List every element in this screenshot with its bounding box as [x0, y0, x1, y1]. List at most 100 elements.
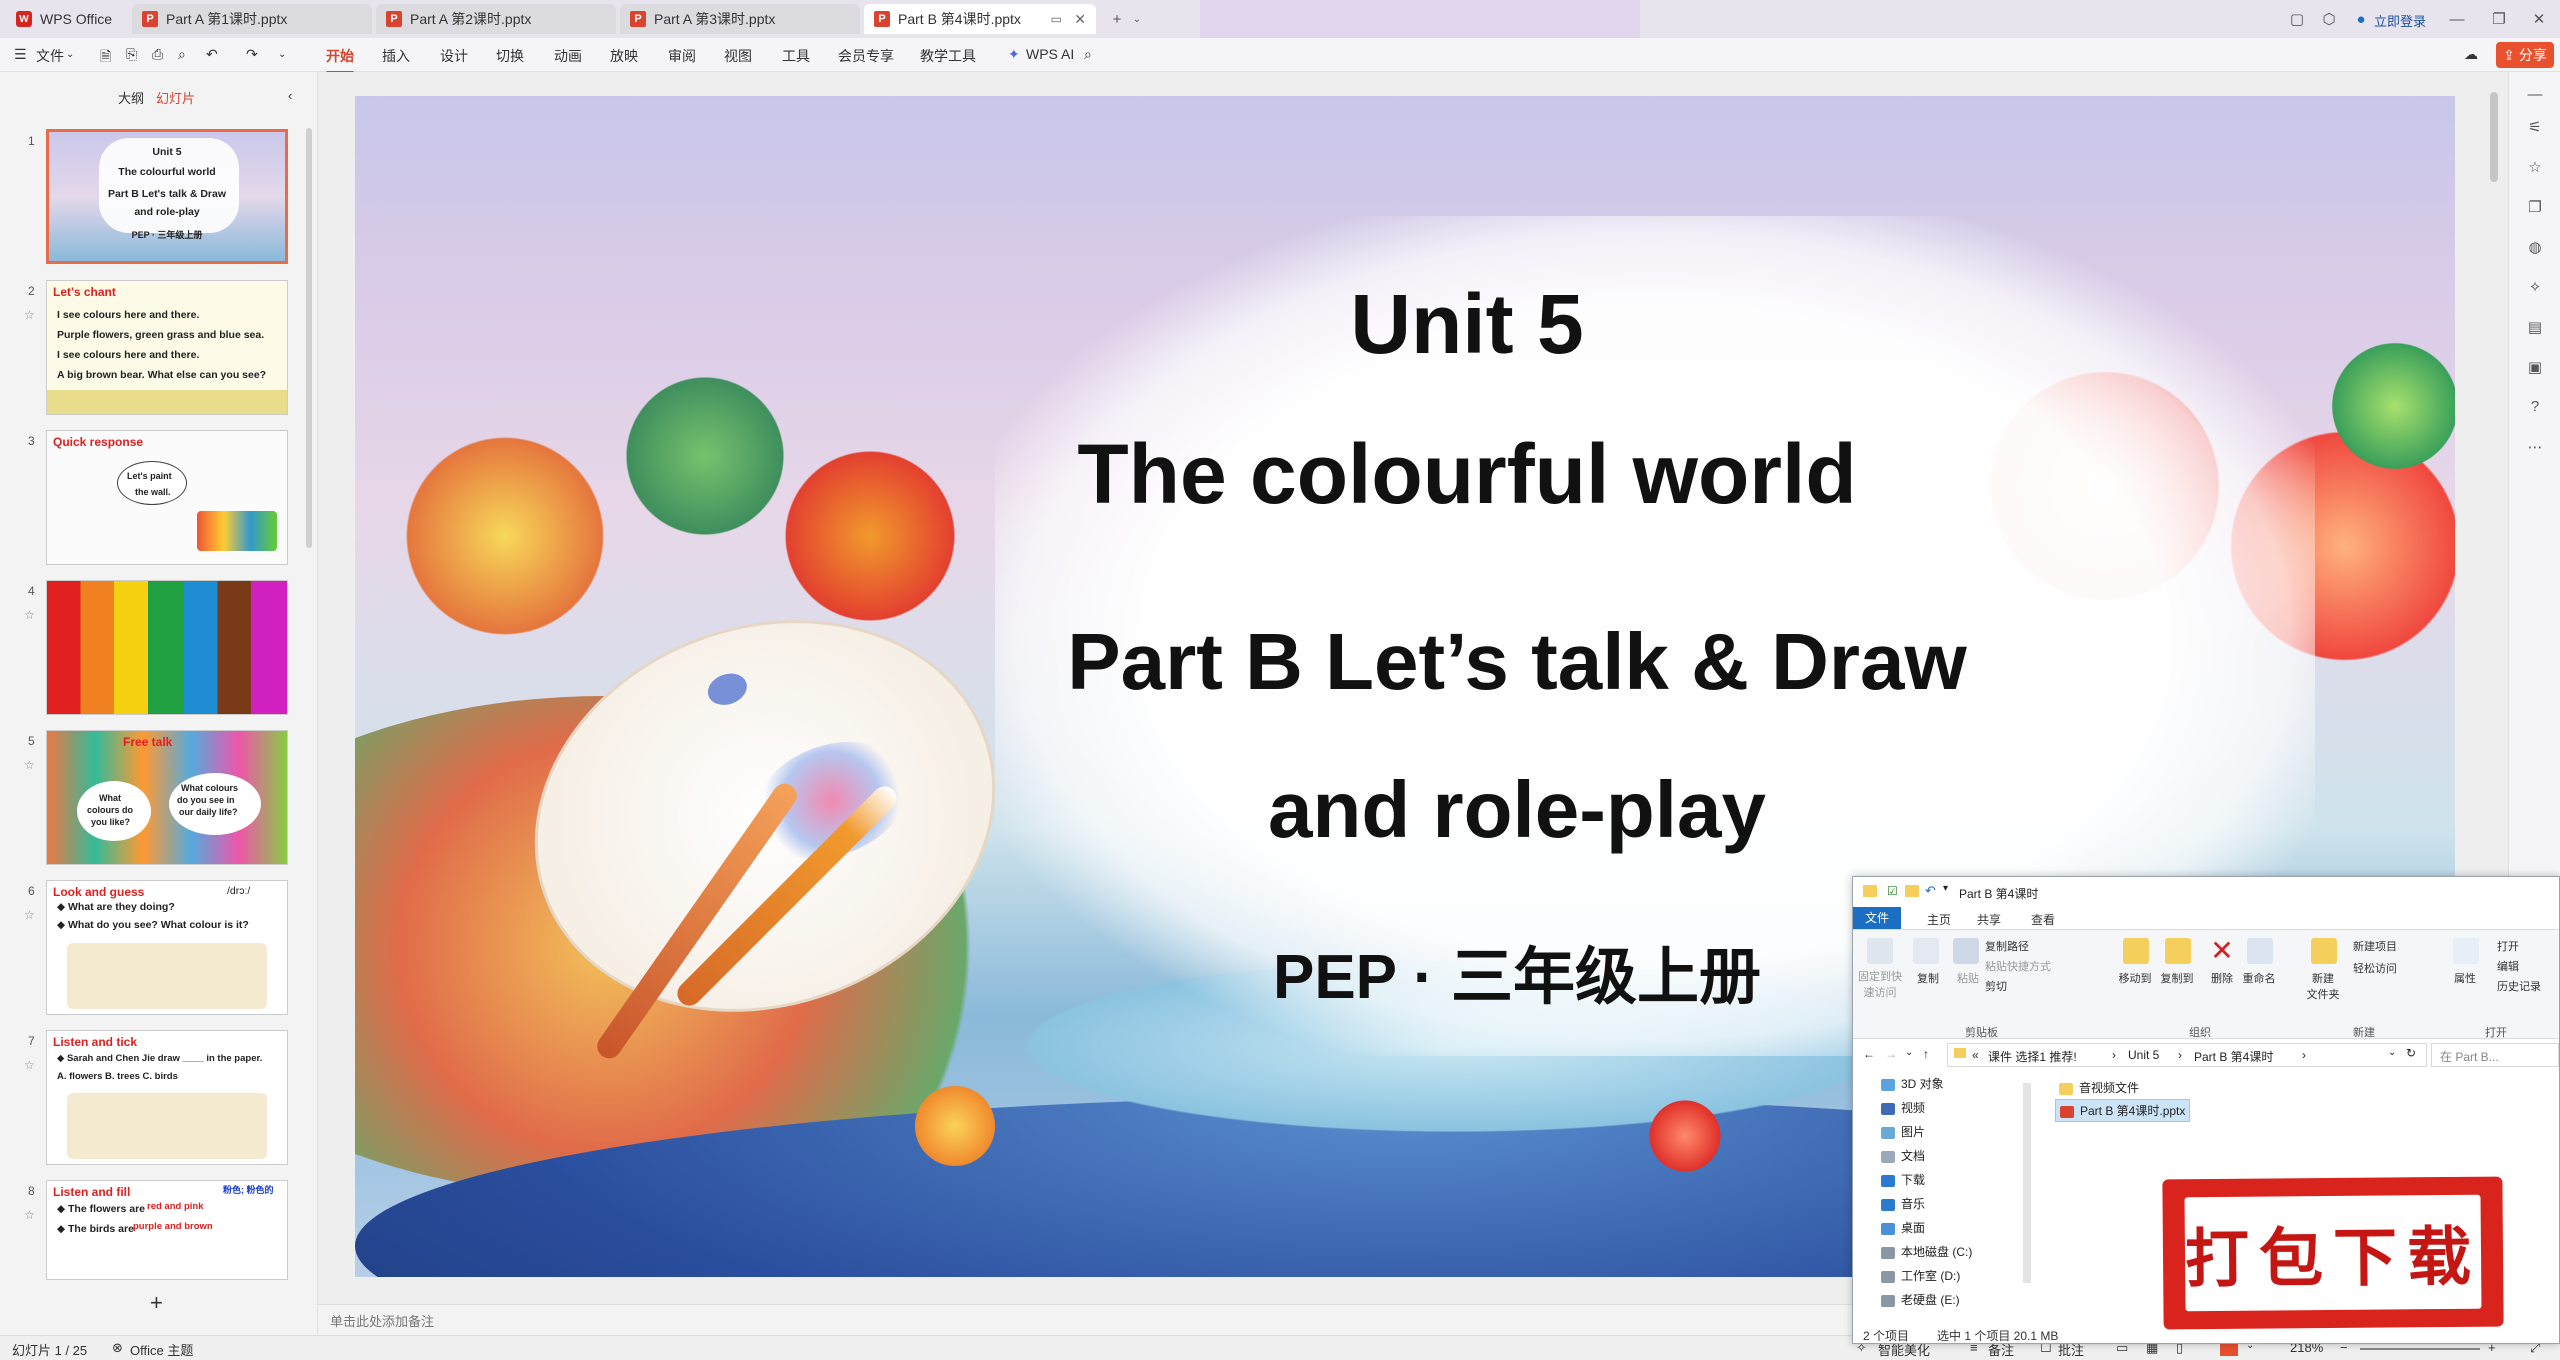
nav-item-videos[interactable]: 视频 [1881, 1099, 1925, 1116]
explorer-tab-file[interactable]: 文件 [1853, 907, 1902, 929]
properties-icon[interactable] [2453, 938, 2479, 964]
palette-icon[interactable]: ◍ [2525, 238, 2545, 258]
tab-slides[interactable]: 幻灯片 [156, 88, 195, 107]
breadcrumb-segment[interactable]: Part B 第4课时 [2194, 1048, 2273, 1065]
chevron-down-icon[interactable]: ⌄ [66, 49, 74, 60]
delete-icon[interactable]: ✕ [2207, 934, 2237, 967]
up-icon[interactable]: ↑ [1923, 1047, 1929, 1061]
copy-icon[interactable]: ❐ [2525, 198, 2545, 218]
explorer-tab-view[interactable]: 查看 [2031, 911, 2055, 928]
chevron-down-icon[interactable]: ⌄ [2388, 1047, 2396, 1058]
tab-outline[interactable]: 大纲 [118, 88, 144, 107]
menu-member[interactable]: 会员专享 [838, 46, 894, 66]
theme-label[interactable]: Office 主题 [130, 1340, 193, 1359]
tab-part-a-1[interactable]: P Part A 第1课时.pptx [132, 4, 372, 34]
slide-subtitle-roleplay[interactable]: and role-play [767, 764, 2267, 856]
move-to-icon[interactable] [2123, 938, 2149, 964]
nav-item-drive-c[interactable]: 本地磁盘 (C:) [1881, 1243, 1972, 1260]
checkbox-icon[interactable]: ☑ [1887, 884, 1898, 898]
refresh-icon[interactable]: ↻ [2406, 1046, 2416, 1060]
login-link[interactable]: 立即登录 [2374, 11, 2426, 30]
slide-thumb-5[interactable]: Free talk What colours do you like? What… [46, 730, 288, 865]
paste-button[interactable]: 粘贴 [1953, 970, 1983, 986]
explorer-tab-home[interactable]: 主页 [1927, 911, 1951, 928]
paste-icon[interactable] [1953, 938, 1979, 964]
paste-shortcut-button[interactable]: 粘贴快捷方式 [1985, 958, 2051, 974]
nav-scrollbar[interactable] [2023, 1083, 2031, 1283]
slide-thumb-4[interactable] [46, 580, 288, 715]
restore-icon[interactable]: ❐ [2488, 8, 2510, 30]
nav-item-drive-d[interactable]: 工作室 (D:) [1881, 1267, 1960, 1284]
slide-thumb-6[interactable]: Look and guess /drɔː/ ◆ What are they do… [46, 880, 288, 1015]
magic-icon[interactable]: ✧ [2525, 278, 2545, 298]
forward-icon[interactable]: → [1885, 1047, 1897, 1061]
rename-button[interactable]: 重命名 [2239, 970, 2279, 986]
more-icon[interactable]: ⋯ [2525, 438, 2545, 458]
new-item-button[interactable]: 新建项目 [2353, 938, 2397, 954]
zoom-slider[interactable] [2360, 1348, 2480, 1350]
print-icon[interactable]: ⎙ [152, 46, 163, 63]
menu-home[interactable]: 开始 [326, 46, 354, 74]
copy-icon[interactable] [1913, 938, 1939, 964]
slide-thumb-7[interactable]: Listen and tick ◆ Sarah and Chen Jie dra… [46, 1030, 288, 1165]
pin-quick-access-button[interactable]: 固定到快速访问 [1855, 968, 1905, 1000]
preview-icon[interactable]: ⌕ [178, 46, 186, 63]
copy-button[interactable]: 复制 [1913, 970, 1943, 986]
copy-to-button[interactable]: 复制到 [2157, 970, 2197, 986]
menu-view[interactable]: 视图 [724, 46, 752, 66]
address-bar[interactable]: « 课件 选择1 推荐! › Unit 5 › Part B 第4课时 › ⌄ … [1947, 1043, 2427, 1067]
redo-icon[interactable]: ↷ [246, 46, 258, 63]
tab-part-a-3[interactable]: P Part A 第3课时.pptx [620, 4, 860, 34]
file-menu[interactable]: 文件 [36, 46, 64, 66]
explorer-tab-share[interactable]: 共享 [1977, 911, 2001, 928]
panel-scrollbar[interactable] [306, 128, 312, 548]
breadcrumb-segment[interactable]: Unit 5 [2128, 1048, 2159, 1062]
file-item-pptx[interactable]: Part B 第4课时.pptx [2055, 1099, 2191, 1122]
export-icon[interactable]: ⎘ [126, 46, 137, 63]
pin-icon[interactable] [1867, 938, 1893, 964]
menu-design[interactable]: 设计 [440, 46, 468, 66]
delete-button[interactable]: 删除 [2207, 970, 2237, 986]
download-package-badge[interactable]: 打包下载 [2162, 1176, 2504, 1330]
image-icon[interactable]: ▣ [2525, 358, 2545, 378]
user-avatar-icon[interactable]: ● [2350, 8, 2372, 30]
search-icon[interactable]: ⌕ [1084, 46, 1092, 63]
add-slide-button[interactable]: + [150, 1290, 163, 1316]
menu-tools[interactable]: 工具 [782, 46, 810, 66]
cut-button[interactable]: 剪切 [1985, 978, 2007, 994]
hamburger-icon[interactable]: ☰ [14, 46, 27, 63]
menu-insert[interactable]: 插入 [382, 46, 410, 66]
chevron-down-icon[interactable]: ⌄ [1905, 1047, 1913, 1058]
back-icon[interactable]: ← [1863, 1047, 1875, 1061]
layout-icon[interactable]: ▤ [2525, 318, 2545, 338]
share-button[interactable]: ⇪ 分享 [2496, 42, 2554, 68]
undo-icon[interactable]: ↶ [1925, 883, 1936, 899]
slide-thumb-8[interactable]: Listen and fill 粉色; 粉色的 ◆ The flowers ar… [46, 1180, 288, 1280]
properties-button[interactable]: 属性 [2445, 970, 2485, 986]
history-button[interactable]: 历史记录 [2497, 978, 2541, 994]
tab-wps-home[interactable]: W WPS Office [6, 4, 134, 34]
menu-transition[interactable]: 切换 [496, 46, 524, 66]
new-folder-icon[interactable] [2311, 938, 2337, 964]
chevron-down-icon[interactable]: ▾ [1943, 883, 1948, 894]
minimize-icon[interactable]: — [2446, 8, 2468, 30]
slide-subtitle-part[interactable]: Part B Let’s talk & Draw [767, 616, 2267, 708]
minus-icon[interactable]: — [2525, 86, 2545, 106]
undo-icon[interactable]: ↶ [206, 46, 218, 63]
menu-wps-ai[interactable]: WPS AI [1026, 46, 1074, 62]
nav-item-drive-e[interactable]: 老硬盘 (E:) [1881, 1291, 1960, 1308]
monitor-icon[interactable]: ▭ [1051, 12, 1062, 26]
nav-item-pictures[interactable]: 图片 [1881, 1123, 1925, 1140]
move-to-button[interactable]: 移动到 [2115, 970, 2155, 986]
tab-part-a-2[interactable]: P Part A 第2课时.pptx [376, 4, 616, 34]
menu-review[interactable]: 审阅 [668, 46, 696, 66]
close-window-icon[interactable]: ✕ [2528, 8, 2550, 30]
open-button[interactable]: 打开 [2497, 938, 2519, 954]
chevron-down-icon[interactable]: ⌄ [1126, 8, 1148, 30]
new-folder-button[interactable]: 新建 文件夹 [2303, 970, 2343, 1002]
slide-thumb-1[interactable]: Unit 5 The colourful world Part B Let's … [46, 129, 288, 264]
menu-teaching-tools[interactable]: 教学工具 [920, 46, 976, 66]
edit-button[interactable]: 编辑 [2497, 958, 2519, 974]
slide-thumb-2[interactable]: Let's chant I see colours here and there… [46, 280, 288, 415]
new-tab-icon[interactable]: + [1106, 8, 1128, 30]
